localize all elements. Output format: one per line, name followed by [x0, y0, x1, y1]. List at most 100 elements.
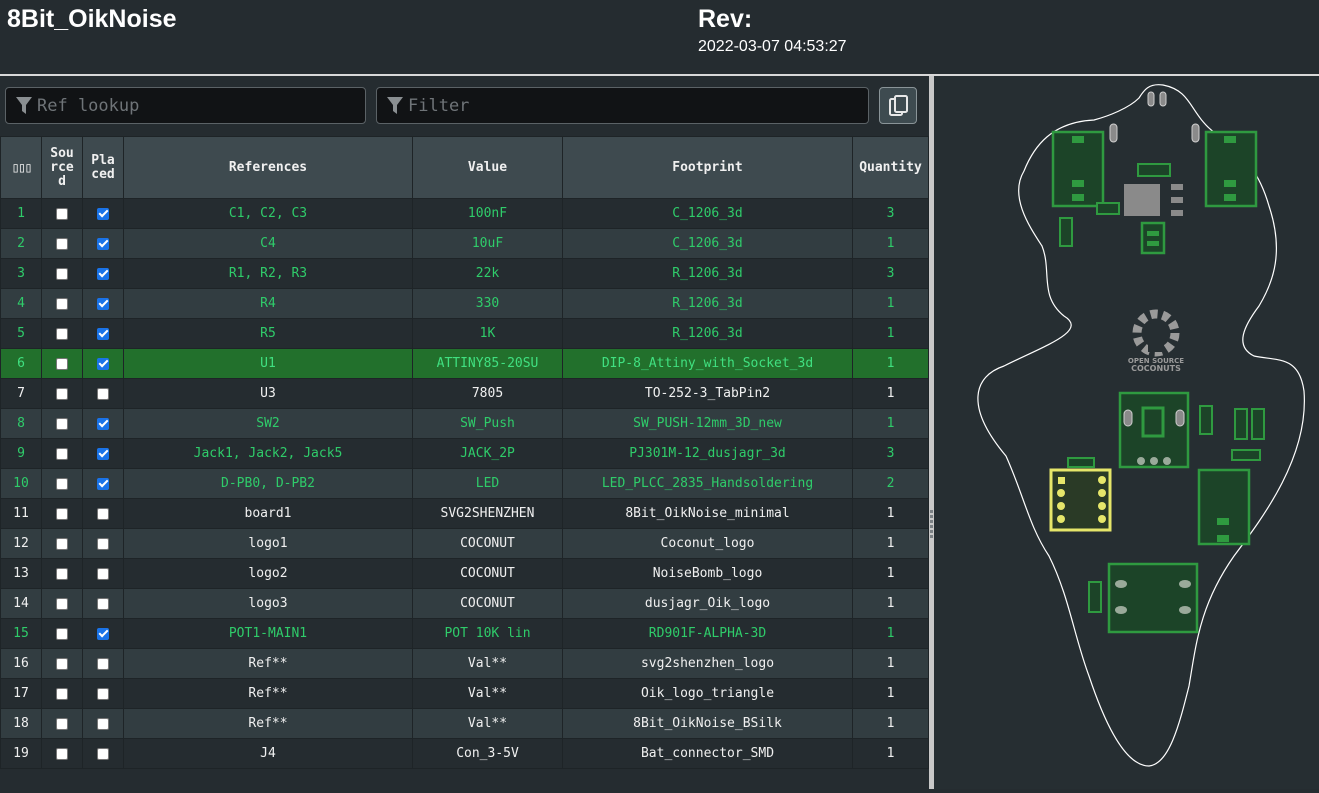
column-value-header[interactable]: Value [412, 136, 563, 199]
sourced-checkbox-cell[interactable] [41, 588, 83, 619]
sourced-checkbox[interactable] [56, 687, 68, 700]
placed-checkbox[interactable] [97, 507, 109, 520]
placed-checkbox-cell[interactable] [82, 498, 124, 529]
placed-checkbox[interactable] [97, 357, 109, 370]
placed-checkbox-cell[interactable] [82, 408, 124, 439]
sourced-checkbox-cell[interactable] [41, 318, 83, 349]
placed-checkbox-cell[interactable] [82, 438, 124, 469]
placed-checkbox[interactable] [97, 597, 109, 610]
placed-checkbox-cell[interactable] [82, 558, 124, 589]
placed-checkbox-cell[interactable] [82, 378, 124, 409]
placed-checkbox[interactable] [97, 657, 109, 670]
placed-checkbox-cell[interactable] [82, 648, 124, 679]
sourced-checkbox[interactable] [56, 627, 68, 640]
placed-checkbox-cell[interactable] [82, 228, 124, 259]
sourced-checkbox[interactable] [56, 567, 68, 580]
filter-input[interactable]: Filter [376, 87, 869, 124]
column-footprint-header[interactable]: Footprint [562, 136, 853, 199]
sourced-checkbox-cell[interactable] [41, 438, 83, 469]
placed-checkbox-cell[interactable] [82, 678, 124, 709]
table-row[interactable]: 14 logo3 COCONUT dusjagr_Oik_logo 1 [0, 588, 929, 619]
placed-checkbox-cell[interactable] [82, 258, 124, 289]
sourced-checkbox[interactable] [56, 417, 68, 430]
table-row[interactable]: 5 R5 1K R_1206_3d 1 [0, 318, 929, 349]
column-quantity-header[interactable]: Quantity [852, 136, 929, 199]
table-row[interactable]: 11 board1 SVG2SHENZHEN 8Bit_OikNoise_minima… [0, 498, 929, 529]
placed-checkbox-cell[interactable] [82, 588, 124, 619]
sourced-checkbox-cell[interactable] [41, 678, 83, 709]
sourced-checkbox[interactable] [56, 717, 68, 730]
sourced-checkbox-cell[interactable] [41, 198, 83, 229]
table-row[interactable]: 6 U1 ATTINY85-20SU DIP-8_Attiny_with_Socket… [0, 348, 929, 379]
placed-checkbox[interactable] [97, 747, 109, 760]
placed-checkbox[interactable] [97, 297, 109, 310]
placed-checkbox[interactable] [97, 687, 109, 700]
table-row[interactable]: 13 logo2 COCONUT NoiseBomb_logo 1 [0, 558, 929, 589]
placed-checkbox[interactable] [97, 477, 109, 490]
placed-checkbox[interactable] [97, 207, 109, 220]
sourced-checkbox-cell[interactable] [41, 378, 83, 409]
table-row[interactable]: 2 C4 10uF C_1206_3d 1 [0, 228, 929, 259]
sourced-checkbox-cell[interactable] [41, 228, 83, 259]
sourced-checkbox[interactable] [56, 297, 68, 310]
table-row[interactable]: 7 U3 7805 TO-252-3_TabPin2 1 [0, 378, 929, 409]
sourced-checkbox[interactable] [56, 507, 68, 520]
column-references-header[interactable]: References [123, 136, 413, 199]
sourced-checkbox-cell[interactable] [41, 288, 83, 319]
table-row[interactable]: 10 D-PB0, D-PB2 LED LED_PLCC_2835_Handsolde… [0, 468, 929, 499]
sourced-checkbox[interactable] [56, 267, 68, 280]
sourced-checkbox-cell[interactable] [41, 468, 83, 499]
placed-checkbox[interactable] [97, 447, 109, 460]
placed-checkbox-cell[interactable] [82, 618, 124, 649]
sourced-checkbox[interactable] [56, 537, 68, 550]
sourced-checkbox-cell[interactable] [41, 708, 83, 739]
placed-checkbox[interactable] [97, 627, 109, 640]
placed-checkbox-cell[interactable] [82, 738, 124, 769]
table-row[interactable]: 16 Ref** Val** svg2shenzhen_logo 1 [0, 648, 929, 679]
placed-checkbox-cell[interactable] [82, 198, 124, 229]
placed-checkbox-cell[interactable] [82, 318, 124, 349]
sourced-checkbox[interactable] [56, 237, 68, 250]
sourced-checkbox[interactable] [56, 747, 68, 760]
sourced-checkbox[interactable] [56, 477, 68, 490]
placed-checkbox-cell[interactable] [82, 288, 124, 319]
table-row[interactable]: 9 Jack1, Jack2, Jack5 JACK_2P PJ301M-12_dus… [0, 438, 929, 469]
column-index-header[interactable]: ▯▯▯ [0, 136, 42, 199]
placed-checkbox[interactable] [97, 387, 109, 400]
pcb-view[interactable]: OPEN SOURCE COCONUTS [934, 76, 1319, 789]
pcb-canvas[interactable]: OPEN SOURCE COCONUTS [934, 76, 1319, 789]
sourced-checkbox-cell[interactable] [41, 258, 83, 289]
placed-checkbox[interactable] [97, 717, 109, 730]
placed-checkbox[interactable] [97, 327, 109, 340]
table-row[interactable]: 19 J4 Con_3-5V Bat_connector_SMD 1 [0, 738, 929, 769]
sourced-checkbox-cell[interactable] [41, 738, 83, 769]
sourced-checkbox-cell[interactable] [41, 498, 83, 529]
ref-lookup-input[interactable]: Ref lookup [5, 87, 366, 124]
placed-checkbox[interactable] [97, 537, 109, 550]
sourced-checkbox[interactable] [56, 207, 68, 220]
sourced-checkbox[interactable] [56, 597, 68, 610]
column-placed-header[interactable]: Placed [82, 136, 124, 199]
placed-checkbox-cell[interactable] [82, 468, 124, 499]
sourced-checkbox[interactable] [56, 327, 68, 340]
placed-checkbox[interactable] [97, 567, 109, 580]
sourced-checkbox[interactable] [56, 447, 68, 460]
sourced-checkbox[interactable] [56, 387, 68, 400]
table-row[interactable]: 17 Ref** Val** Oik_logo_triangle 1 [0, 678, 929, 709]
table-row[interactable]: 4 R4 330 R_1206_3d 1 [0, 288, 929, 319]
table-row[interactable]: 1 C1, C2, C3 100nF C_1206_3d 3 [0, 198, 929, 229]
sourced-checkbox-cell[interactable] [41, 408, 83, 439]
table-row[interactable]: 3 R1, R2, R3 22k R_1206_3d 3 [0, 258, 929, 289]
sourced-checkbox[interactable] [56, 357, 68, 370]
sourced-checkbox-cell[interactable] [41, 528, 83, 559]
placed-checkbox-cell[interactable] [82, 528, 124, 559]
sourced-checkbox-cell[interactable] [41, 648, 83, 679]
placed-checkbox[interactable] [97, 417, 109, 430]
copy-button[interactable] [879, 87, 917, 124]
placed-checkbox[interactable] [97, 267, 109, 280]
sourced-checkbox-cell[interactable] [41, 558, 83, 589]
placed-checkbox-cell[interactable] [82, 708, 124, 739]
table-row[interactable]: 15 POT1-MAIN1 POT 10K lin RD901F-ALPHA-3D 1 [0, 618, 929, 649]
placed-checkbox[interactable] [97, 237, 109, 250]
placed-checkbox-cell[interactable] [82, 348, 124, 379]
